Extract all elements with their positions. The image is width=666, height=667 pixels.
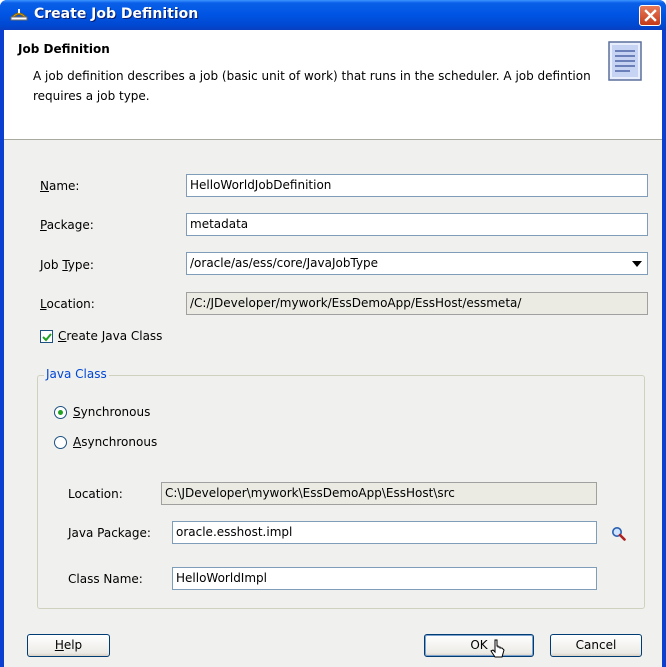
document-icon [608,41,642,81]
class-name-field[interactable]: HelloWorldImpl [172,567,597,590]
title-bar[interactable]: Create Job Definition [0,0,666,30]
cancel-button[interactable]: Cancel [550,634,642,657]
create-job-icon [10,9,28,21]
synchronous-radio[interactable] [54,406,67,419]
job-type-select[interactable]: /oracle/as/ess/core/JavaJobType [186,252,648,275]
checkmark-icon [42,333,52,342]
asynchronous-radio[interactable] [54,436,67,449]
help-button[interactable]: Help [27,634,110,657]
create-java-class-label[interactable]: Create Java Class [58,329,162,343]
job-type-label: Job Type: [40,258,94,272]
java-class-location-field: C:\JDeveloper\mywork\EssDemoApp\EssHost\… [161,482,597,505]
package-field[interactable]: metadata [186,213,648,236]
java-package-field[interactable]: oracle.esshost.impl [172,521,597,544]
dropdown-arrow-icon[interactable] [632,261,642,267]
search-icon[interactable] [611,526,626,541]
header-panel: Job Definition A job definition describe… [4,30,662,140]
job-type-value: /oracle/as/ess/core/JavaJobType [190,256,379,270]
close-button[interactable] [639,5,661,26]
close-icon [644,9,657,22]
dialog-body: Job Definition A job definition describe… [4,30,662,667]
ok-button[interactable]: OK [424,634,534,657]
name-label: Name: [40,179,80,193]
location-label: Location: [40,297,95,311]
asynchronous-label[interactable]: Asynchronous [73,435,157,449]
header-description: A job definition describes a job (basic … [33,69,591,103]
dialog-title: Create Job Definition [34,6,199,22]
name-field[interactable]: HelloWorldJobDefinition [186,174,648,197]
java-class-legend: Java Class [44,367,109,381]
java-class-location-label: Location: [68,487,123,501]
java-package-label: Java Package: [68,526,151,540]
dialog-window: Create Job Definition Job Definition A j… [0,0,666,667]
header-title: Job Definition [18,42,110,56]
package-label: Package: [40,218,94,232]
create-java-class-checkbox[interactable] [40,330,53,343]
location-field: /C:/JDeveloper/mywork/EssDemoApp/EssHost… [186,292,648,315]
radio-selected-dot [58,410,63,415]
mouse-cursor-icon [490,639,505,658]
class-name-label: Class Name: [68,572,143,586]
synchronous-label[interactable]: Synchronous [73,405,150,419]
